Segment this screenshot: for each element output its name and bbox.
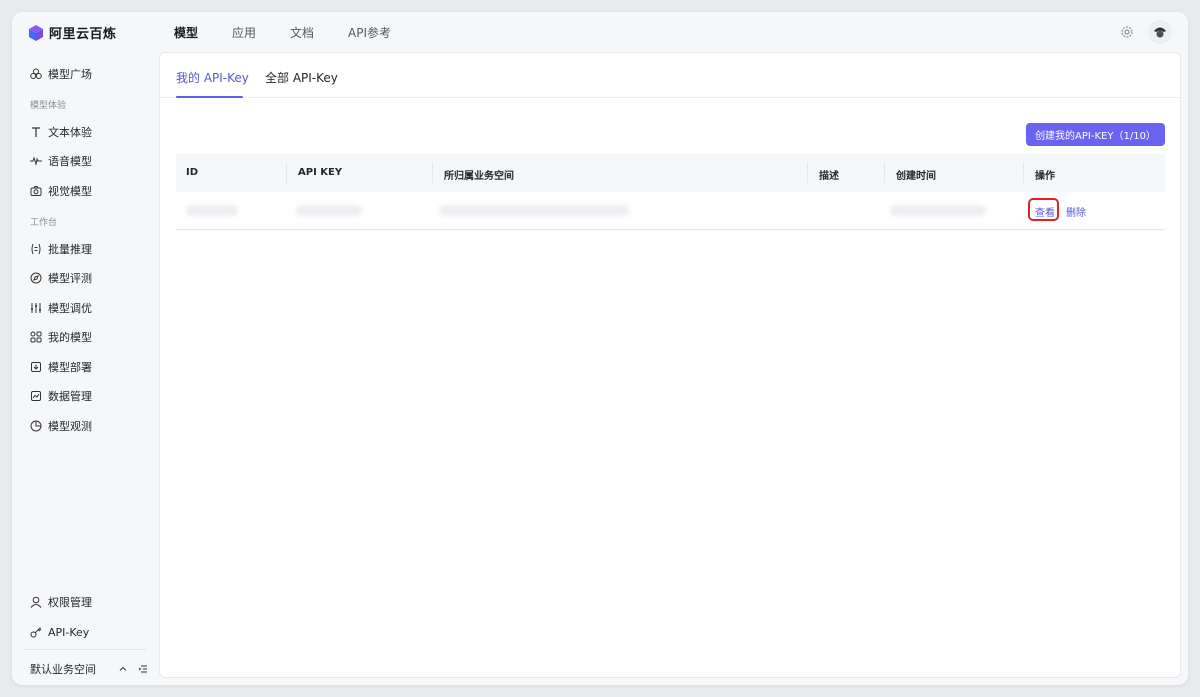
top-bar: 阿里云百炼 模型 应用 文档 API参考 (12, 12, 1188, 52)
column-header-description: 描述 (819, 171, 839, 182)
key-icon (30, 627, 42, 638)
deploy-icon (31, 362, 41, 372)
waveform-icon (30, 156, 42, 166)
text-icon (32, 127, 40, 137)
create-api-key-button[interactable]: 创建我的API-KEY（1/10） (1026, 123, 1165, 146)
column-separator (884, 163, 885, 183)
sidebar-item-vision-model[interactable]: 视觉模型 (30, 183, 92, 199)
top-right-tools (1120, 20, 1172, 44)
column-header-actions: 操作 (1035, 171, 1055, 182)
sliders-icon (31, 303, 41, 313)
brand-name: 阿里云百炼 (49, 27, 117, 42)
chart-icon (31, 391, 41, 401)
grid-icon (30, 331, 42, 343)
sidebar-item-permission-mgmt[interactable]: 权限管理 (30, 594, 92, 610)
nav-docs[interactable]: 文档 (290, 24, 314, 41)
sidebar-item-model-tuning[interactable]: 模型调优 (30, 300, 92, 316)
sidebar-item-label: 视觉模型 (48, 185, 92, 198)
tab-bar: 我的 API-Key 全部 API-Key (160, 53, 1180, 98)
table-row: 查看 删除 (176, 192, 1165, 230)
sidebar-group-workbench: 工作台 (30, 218, 58, 228)
sidebar-item-label: 语音模型 (48, 155, 92, 168)
app-window: 阿里云百炼 模型 应用 文档 API参考 模型广场 模型体验 文本体验 语音模型… (12, 12, 1188, 685)
main-panel: 我的 API-Key 全部 API-Key 创建我的API-KEY（1/10） … (159, 52, 1181, 678)
active-tab-indicator (176, 96, 243, 98)
sidebar-item-label: 数据管理 (48, 390, 92, 403)
batch-icon (31, 243, 41, 255)
sidebar-item-label: 模型评测 (48, 272, 92, 285)
sidebar: 模型广场 模型体验 文本体验 语音模型 视觉模型 工作台 批量推理 模型评测 模… (12, 52, 158, 685)
collapse-menu-icon[interactable] (138, 664, 148, 674)
top-nav: 模型 应用 文档 API参考 (174, 12, 425, 52)
sidebar-group-experience: 模型体验 (30, 101, 67, 111)
sidebar-item-model-eval[interactable]: 模型评测 (30, 270, 92, 286)
avatar-icon (1154, 27, 1166, 38)
view-button[interactable]: 查看 (1035, 204, 1055, 219)
redacted-id (186, 205, 238, 216)
sidebar-item-batch-inference[interactable]: 批量推理 (30, 241, 92, 257)
workspace-switcher[interactable]: 默认业务空间 (30, 661, 148, 677)
sidebar-item-label: 模型观测 (48, 420, 92, 433)
redacted-workspace (439, 205, 629, 216)
sidebar-item-api-key[interactable]: API-Key (30, 624, 89, 640)
camera-icon (30, 186, 42, 196)
workspace-label: 默认业务空间 (30, 663, 96, 676)
model-square-icon (30, 68, 42, 79)
nav-apps[interactable]: 应用 (232, 24, 256, 41)
sidebar-item-data-mgmt[interactable]: 数据管理 (30, 388, 92, 404)
delete-button[interactable]: 删除 (1066, 204, 1086, 219)
pie-chart-icon (30, 420, 42, 432)
sidebar-item-label: 我的模型 (48, 331, 92, 344)
sidebar-item-label: 权限管理 (48, 596, 92, 609)
column-separator (286, 163, 287, 183)
sidebar-item-my-models[interactable]: 我的模型 (30, 329, 92, 345)
nav-models[interactable]: 模型 (174, 24, 198, 41)
avatar[interactable] (1148, 20, 1172, 44)
redacted-created-time (890, 205, 986, 216)
column-separator (432, 163, 433, 183)
redacted-api-key (296, 205, 362, 216)
sidebar-item-text-experience[interactable]: 文本体验 (30, 124, 92, 140)
sidebar-item-label: 文本体验 (48, 126, 92, 139)
sidebar-item-model-observe[interactable]: 模型观测 (30, 418, 92, 434)
table-header: ID API KEY 所归属业务空间 描述 创建时间 操作 (176, 154, 1165, 192)
brand-logo-icon (29, 24, 43, 41)
tab-all-api-key[interactable]: 全部 API-Key (265, 69, 338, 86)
column-header-id: ID (186, 167, 199, 178)
chevron-up-icon[interactable] (118, 664, 128, 674)
user-icon (30, 596, 42, 608)
tab-my-api-key[interactable]: 我的 API-Key (176, 69, 249, 86)
sidebar-divider (24, 649, 146, 650)
column-header-created-time: 创建时间 (896, 171, 936, 182)
sidebar-item-label: 批量推理 (48, 243, 92, 256)
nav-api-reference[interactable]: API参考 (348, 24, 391, 41)
column-separator (1023, 163, 1024, 183)
sidebar-item-label: API-Key (48, 625, 90, 639)
sidebar-item-label: 模型部署 (48, 361, 92, 374)
api-key-table: ID API KEY 所归属业务空间 描述 创建时间 操作 查看 删除 (176, 154, 1165, 230)
column-header-api-key: API KEY (298, 167, 343, 178)
compass-icon (30, 272, 42, 284)
sidebar-item-label: 模型广场 (48, 68, 92, 81)
column-header-workspace: 所归属业务空间 (444, 171, 514, 182)
sidebar-item-speech-model[interactable]: 语音模型 (30, 153, 92, 169)
sidebar-item-model-square[interactable]: 模型广场 (30, 66, 92, 82)
sidebar-item-model-deploy[interactable]: 模型部署 (30, 359, 92, 375)
column-separator (807, 163, 808, 183)
gear-icon[interactable] (1120, 25, 1134, 39)
sidebar-item-label: 模型调优 (48, 302, 92, 315)
brand[interactable]: 阿里云百炼 (28, 23, 117, 42)
